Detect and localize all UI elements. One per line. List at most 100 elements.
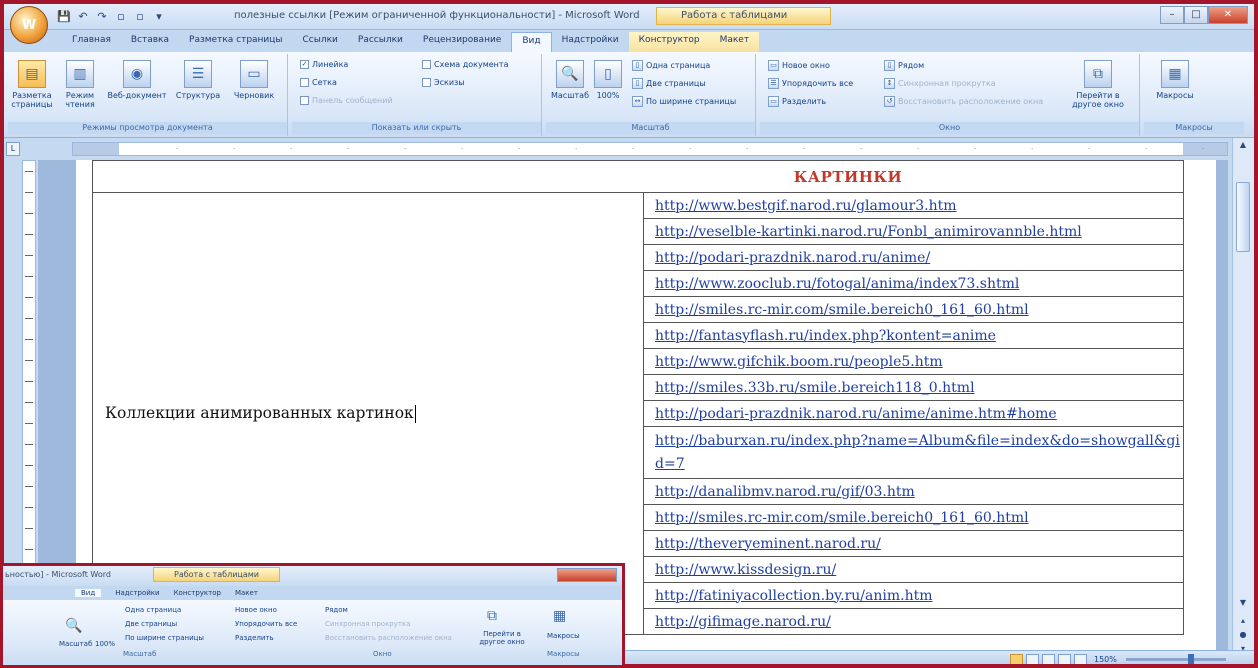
- zoom-button[interactable]: 🔍 Масштаб: [548, 60, 592, 100]
- views-group: ▤ Разметка страницы ▥ Режим чтения ◉ Веб…: [8, 54, 288, 136]
- checkbox-box: [300, 96, 309, 105]
- link-cell[interactable]: http://podari-prazdnik.narod.ru/anime/an…: [643, 400, 1184, 427]
- inset-tab-view: Вид: [75, 589, 102, 597]
- office-button[interactable]: W: [10, 6, 48, 44]
- tab-selector-icon[interactable]: L: [6, 142, 20, 156]
- web-layout-button[interactable]: ◉ Веб-документ: [106, 60, 168, 100]
- scroll-down-icon[interactable]: ▼: [1236, 598, 1250, 612]
- undo-icon[interactable]: ↶: [75, 8, 91, 24]
- link-cell[interactable]: http://theveryeminent.narod.ru/: [643, 530, 1184, 557]
- web-view-icon[interactable]: [1042, 653, 1055, 664]
- tab-insert[interactable]: Вставка: [121, 32, 179, 52]
- sync-scroll-button[interactable]: ↕ Синхронная прокрутка: [884, 78, 996, 89]
- scroll-thumb[interactable]: [1236, 182, 1250, 252]
- checkbox-box: [422, 78, 431, 87]
- prev-page-icon[interactable]: ▴: [1236, 616, 1250, 630]
- link-cell[interactable]: http://danalibmv.narod.ru/gif/03.htm: [643, 478, 1184, 505]
- ruler-tick: ·: [176, 145, 179, 153]
- link-cell[interactable]: http://www.gifchik.boom.ru/people5.htm: [643, 348, 1184, 375]
- tab-layout[interactable]: Макет: [709, 32, 760, 52]
- link-cell[interactable]: http://veselble-kartinki.narod.ru/Fonbl_…: [643, 218, 1184, 245]
- full-screen-view-icon[interactable]: [1026, 653, 1039, 664]
- draft-view-icon[interactable]: [1074, 653, 1087, 664]
- tab-home[interactable]: Главная: [62, 32, 121, 52]
- tab-view[interactable]: Вид: [511, 32, 552, 52]
- ruler-tick: [25, 465, 33, 466]
- qat-button-icon[interactable]: ▫: [113, 8, 129, 24]
- draft-button[interactable]: ▭ Черновик: [228, 60, 280, 100]
- link-cell[interactable]: http://www.kissdesign.ru/: [643, 556, 1184, 583]
- zoom-slider-knob[interactable]: [1187, 653, 1194, 664]
- document-map-checkbox[interactable]: Схема документа: [422, 60, 508, 69]
- qat-button-icon[interactable]: ▫: [132, 8, 148, 24]
- tab-addins[interactable]: Надстройки: [552, 32, 629, 52]
- ruler-tick: ·: [290, 145, 293, 153]
- outline-button[interactable]: ☰ Структура: [172, 60, 224, 100]
- message-bar-checkbox[interactable]: Панель сообщений: [300, 96, 393, 105]
- tab-design[interactable]: Конструктор: [628, 32, 710, 52]
- tab-mailings[interactable]: Рассылки: [348, 32, 413, 52]
- split-icon: ▭: [768, 96, 779, 107]
- gridlines-checkbox[interactable]: Сетка: [300, 78, 337, 87]
- ruler-tick: [25, 486, 33, 487]
- ruler-tick: ·: [632, 145, 635, 153]
- ruler-tick: [25, 234, 33, 235]
- link-cell[interactable]: http://fantasyflash.ru/index.php?kontent…: [643, 322, 1184, 349]
- new-window-button[interactable]: ▭ Новое окно: [768, 60, 830, 71]
- tab-references[interactable]: Ссылки: [293, 32, 348, 52]
- ruler-tick: ·: [461, 145, 464, 153]
- link-cell[interactable]: http://smiles.33b.ru/smile.bereich118_0.…: [643, 374, 1184, 401]
- ruler-tick: ·: [1031, 145, 1034, 153]
- print-layout-view-icon[interactable]: [1010, 653, 1023, 664]
- browse-object-icon[interactable]: ●: [1236, 630, 1250, 644]
- minimize-button[interactable]: –: [1160, 6, 1184, 24]
- maximize-button[interactable]: □: [1184, 6, 1208, 24]
- scroll-up-icon[interactable]: ▲: [1236, 140, 1250, 154]
- inset-ribbon: 🔍 Масштаб 100% Одна страница Две страниц…: [3, 600, 622, 665]
- link-cell[interactable]: http://baburxan.ru/index.php?name=Album&…: [643, 426, 1184, 479]
- two-pages-button[interactable]: ▯ Две страницы: [632, 78, 706, 89]
- inset-magnifier-icon: 🔍: [65, 618, 83, 634]
- zoom-level[interactable]: 150%: [1094, 655, 1117, 664]
- link-cell[interactable]: http://podari-prazdnik.narod.ru/anime/: [643, 244, 1184, 271]
- horizontal-ruler[interactable]: · · · · · · · · · · · · · · · · · · ·: [72, 142, 1228, 156]
- tab-review[interactable]: Рецензирование: [413, 32, 511, 52]
- reset-window-button[interactable]: ↺ Восстановить расположение окна: [884, 96, 1043, 107]
- redo-icon[interactable]: ↷: [94, 8, 110, 24]
- inset-tabs: Вид Надстройки Конструктор Макет: [3, 586, 622, 600]
- link-cell[interactable]: http://gifimage.narod.ru/: [643, 608, 1184, 635]
- close-button[interactable]: ✕: [1208, 6, 1248, 24]
- zoom-100-button[interactable]: ▯ 100%: [590, 60, 626, 100]
- reading-mode-button[interactable]: ▥ Режим чтения: [58, 60, 102, 109]
- globe-icon: ◉: [123, 60, 151, 88]
- inset-split: Разделить: [235, 634, 274, 642]
- arrange-all-button[interactable]: ☰ Упорядочить все: [768, 78, 853, 89]
- thumbnails-checkbox[interactable]: Эскизы: [422, 78, 465, 87]
- macros-button[interactable]: ▦ Макросы: [1150, 60, 1200, 100]
- vertical-scrollbar[interactable]: ▲ ▼ ▴ ● ▾: [1232, 138, 1254, 664]
- show-group-label: Показать или скрыть: [292, 122, 541, 134]
- link-cell[interactable]: http://www.zooclub.ru/fotogal/anima/inde…: [643, 270, 1184, 297]
- outline-view-icon[interactable]: [1058, 653, 1071, 664]
- link-cell[interactable]: http://fatiniyacollection.by.ru/anim.htm: [643, 582, 1184, 609]
- switch-windows-button[interactable]: ⧉ Перейти в другое окно: [1070, 60, 1126, 109]
- one-page-button[interactable]: ▯ Одна страница: [632, 60, 710, 71]
- page-width-button[interactable]: ↔ По ширине страницы: [632, 96, 736, 107]
- inset-tab-addins: Надстройки: [115, 589, 160, 597]
- link-cell[interactable]: http://smiles.rc-mir.com/smile.bereich0_…: [643, 504, 1184, 531]
- print-layout-button[interactable]: ▤ Разметка страницы: [10, 60, 54, 109]
- text-cursor: [414, 405, 416, 423]
- zoom-slider[interactable]: [1125, 653, 1226, 664]
- tab-page-layout[interactable]: Разметка страницы: [179, 32, 293, 52]
- inset-window-controls: [557, 568, 617, 582]
- table-heading[interactable]: КАРТИНКИ: [92, 160, 1184, 193]
- link-cell[interactable]: http://www.bestgif.narod.ru/glamour3.htm: [643, 192, 1184, 219]
- side-by-side-button[interactable]: ▯ Рядом: [884, 60, 924, 71]
- ruler-checkbox[interactable]: ✓ Линейка: [300, 60, 348, 69]
- save-icon[interactable]: 💾: [56, 8, 72, 24]
- split-button[interactable]: ▭ Разделить: [768, 96, 826, 107]
- customize-qat-icon[interactable]: ▾: [151, 8, 167, 24]
- link-cell[interactable]: http://smiles.rc-mir.com/smile.bereich0_…: [643, 296, 1184, 323]
- ruler-tick: ·: [917, 145, 920, 153]
- checkbox-box: [300, 78, 309, 87]
